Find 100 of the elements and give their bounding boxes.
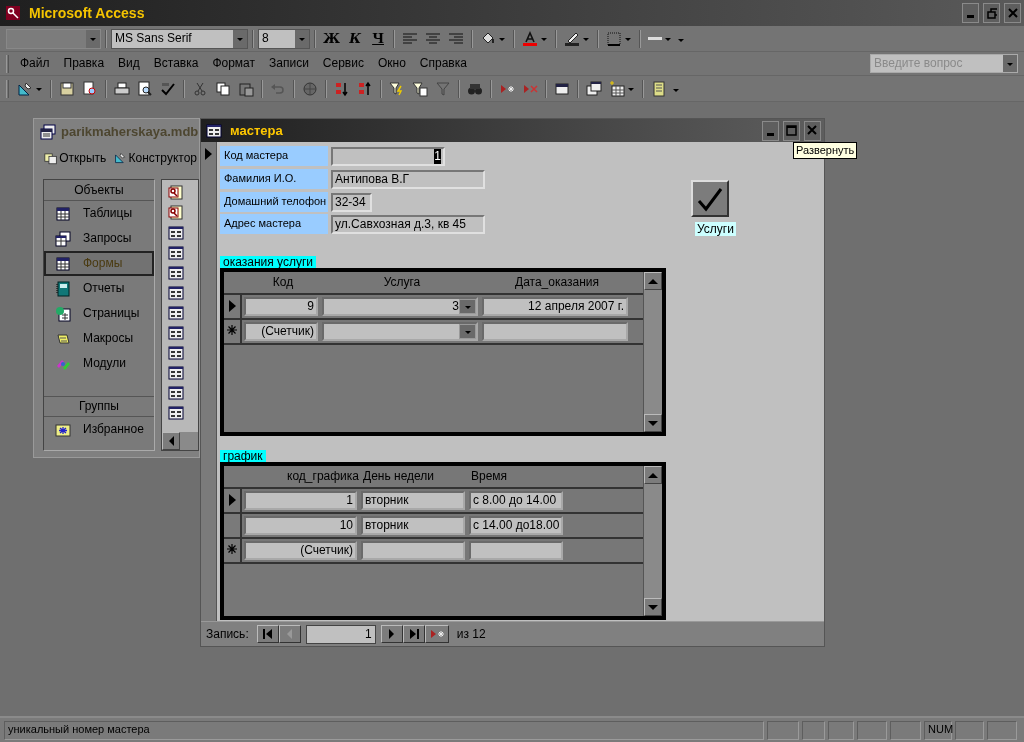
object-type-item[interactable]: Таблицы xyxy=(44,201,154,226)
menu-item[interactable]: Окно xyxy=(370,56,413,71)
status-panel xyxy=(955,720,984,740)
form-icon xyxy=(168,325,184,341)
table-cell: 9 xyxy=(244,297,318,316)
text-field[interactable]: 1 xyxy=(331,147,445,166)
minimize-icon xyxy=(967,15,974,18)
form-icon xyxy=(206,122,222,139)
combo-box[interactable]: 3 xyxy=(322,297,478,316)
current-record-icon xyxy=(227,493,237,507)
status-message: уникальный номер мастера xyxy=(4,720,764,740)
new-record-button[interactable] xyxy=(424,625,449,643)
open-button[interactable]: Открыть xyxy=(42,147,109,169)
status-panel xyxy=(987,720,1017,740)
caret-icon xyxy=(627,85,635,92)
scroll-up-button[interactable] xyxy=(644,466,662,484)
minimize-button[interactable] xyxy=(762,120,779,141)
current-record-icon xyxy=(204,147,213,161)
border-icon xyxy=(606,30,623,47)
window-title: parikmaherskaya.mdb xyxy=(61,124,199,140)
shortcut-icon xyxy=(168,205,184,221)
shortcut-icon xyxy=(168,185,184,201)
menu-item[interactable]: Справка xyxy=(412,56,474,71)
font-size: 8 xyxy=(262,31,269,46)
close-button[interactable] xyxy=(804,120,821,141)
column-header: код_графика xyxy=(286,469,359,484)
field-label: Код мастера xyxy=(220,146,328,166)
object-type-item[interactable]: Запросы xyxy=(44,226,154,251)
close-button[interactable] xyxy=(1004,3,1021,23)
caret-icon xyxy=(463,328,472,335)
command-button[interactable] xyxy=(691,180,729,217)
object-type-item[interactable]: Отчеты xyxy=(44,276,154,301)
minimize-icon xyxy=(767,132,774,136)
next-record-button[interactable] xyxy=(380,625,403,643)
close-icon xyxy=(807,125,818,136)
restore-button[interactable] xyxy=(983,3,1000,23)
line-width-icon xyxy=(648,37,663,40)
window-title: мастера xyxy=(230,122,283,139)
underline-button[interactable]: Ч xyxy=(367,27,390,50)
form-icon xyxy=(168,245,184,261)
bold-button[interactable]: Ж xyxy=(320,27,344,50)
cell-value: 3 xyxy=(452,299,459,314)
menu-item[interactable]: Записи xyxy=(262,56,316,71)
font-name: MS Sans Serif xyxy=(115,31,192,46)
queries-icon xyxy=(55,230,71,247)
column-header: День недели xyxy=(363,469,436,484)
caret-icon xyxy=(463,303,472,310)
column-header: Услуга xyxy=(382,275,422,290)
form-icon xyxy=(168,365,184,381)
scroll-down-button[interactable] xyxy=(644,414,662,432)
maximize-button[interactable] xyxy=(783,120,800,141)
align-center-icon xyxy=(425,30,442,47)
down-arrow-icon xyxy=(647,602,659,612)
design-button[interactable]: Конструктор xyxy=(112,147,199,169)
combo-box[interactable] xyxy=(322,322,478,341)
record-number-field[interactable]: 1 xyxy=(305,624,376,644)
properties-icon xyxy=(554,80,570,97)
section-header: Группы xyxy=(44,396,154,417)
text-field[interactable]: 32-34 xyxy=(331,193,372,212)
menu-item[interactable]: Сервис xyxy=(315,56,371,71)
previous-record-button[interactable] xyxy=(278,625,301,643)
minimize-button[interactable] xyxy=(962,3,979,23)
object-type-item[interactable]: Макросы xyxy=(44,326,154,351)
text-field[interactable]: ул.Савхозная д.3, кв 45 xyxy=(331,215,485,234)
document-icon xyxy=(651,80,667,97)
menu-item[interactable]: Вид xyxy=(111,56,147,71)
close-icon xyxy=(1007,7,1018,19)
first-record-button[interactable] xyxy=(256,625,279,643)
caret-icon xyxy=(498,35,507,42)
scroll-up-button[interactable] xyxy=(644,272,662,290)
menu-item[interactable]: Вставка xyxy=(146,56,206,71)
last-record-icon xyxy=(407,628,420,640)
form-icon xyxy=(168,285,184,301)
design-view-icon xyxy=(17,80,33,97)
button-caption: Услуги xyxy=(695,222,736,237)
field-label: Фамилия И.О. xyxy=(220,169,328,189)
print-icon xyxy=(114,80,130,97)
text-field[interactable]: Антипова В.Г xyxy=(331,170,485,189)
scroll-down-button[interactable] xyxy=(644,598,662,616)
menu-item[interactable]: Файл xyxy=(13,56,57,71)
record-selector[interactable] xyxy=(224,320,242,343)
object-type-item[interactable]: Модули xyxy=(44,351,154,376)
font-color-icon xyxy=(522,30,539,47)
size-combo[interactable]: 8 xyxy=(258,28,310,49)
record-label: Запись: xyxy=(206,626,249,642)
align-right-icon xyxy=(448,30,465,47)
scroll-left-button[interactable] xyxy=(162,432,180,450)
font-combo[interactable]: MS Sans Serif xyxy=(111,28,248,49)
form-icon xyxy=(168,265,184,281)
align-left-icon xyxy=(402,30,419,47)
group-item[interactable]: Избранное xyxy=(44,417,154,442)
menu-item[interactable]: Формат xyxy=(205,56,263,71)
app-logo-icon xyxy=(5,5,21,21)
form-icon xyxy=(168,225,184,241)
sort-ascending-icon xyxy=(334,80,350,97)
record-selector[interactable] xyxy=(224,539,242,562)
italic-button[interactable]: К xyxy=(344,27,367,50)
object-type-item[interactable]: Страницы xyxy=(44,301,154,326)
menu-item[interactable]: Правка xyxy=(56,56,112,71)
last-record-button[interactable] xyxy=(402,625,425,643)
